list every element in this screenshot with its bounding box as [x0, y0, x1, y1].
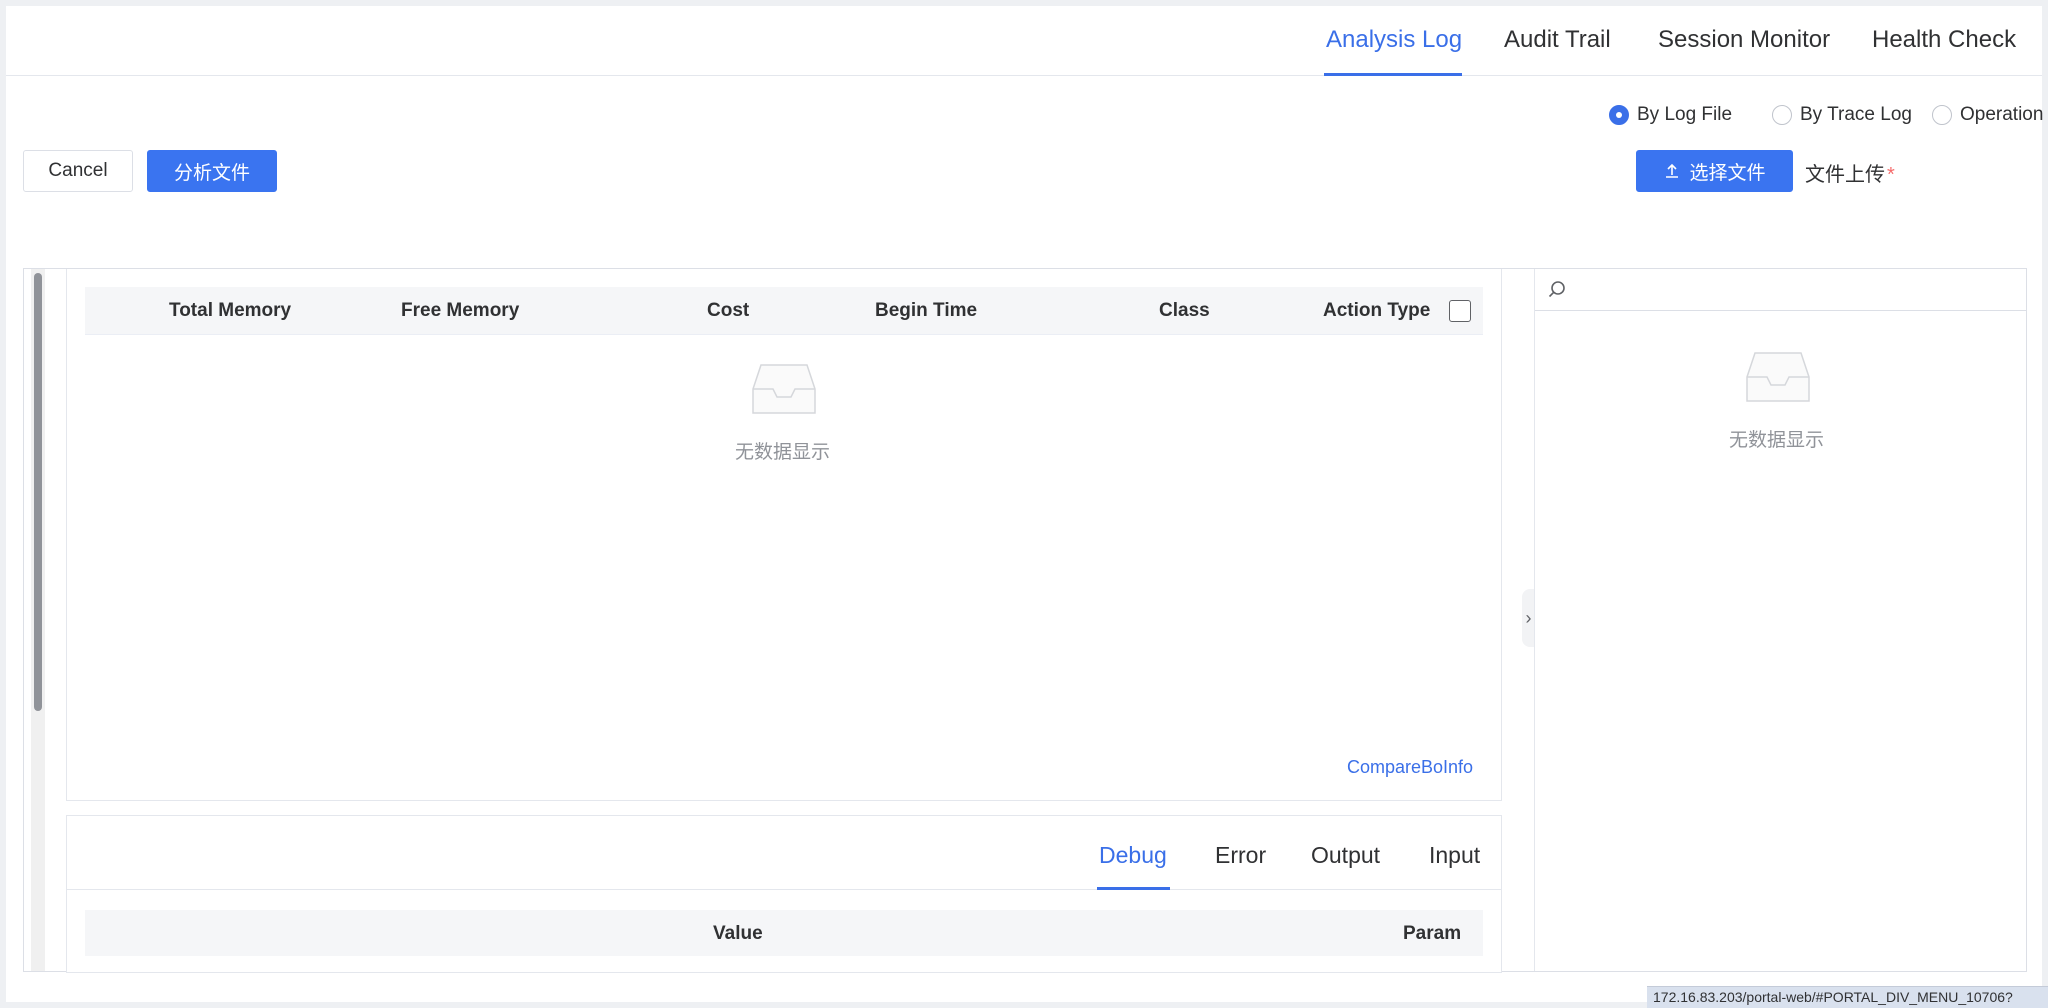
radio-operation-type[interactable]: Operation Type	[1932, 104, 2048, 126]
empty-table-text: 无数据显示	[735, 442, 831, 463]
column-header-begin-time[interactable]: Begin Time	[875, 300, 977, 322]
select-file-label: 选择文件	[1689, 162, 1766, 184]
select-file-button[interactable]: 选择文件	[1636, 150, 1793, 192]
column-header-param[interactable]: Param	[1403, 923, 1461, 945]
upload-icon	[1666, 163, 1679, 178]
column-header-action-type[interactable]: Action Type	[1323, 300, 1430, 322]
tab-audit-trail[interactable]: Audit Trail	[1504, 26, 1611, 54]
top-tab-bar: Analysis Log Audit Trail Session Monitor…	[6, 6, 2042, 76]
radio-label: By Trace Log	[1800, 104, 1912, 125]
analysis-log-page: Analysis Log Audit Trail Session Monitor…	[6, 6, 2048, 1002]
cancel-button[interactable]: Cancel	[23, 150, 133, 192]
column-header-class[interactable]: Class	[1159, 300, 1210, 322]
file-upload-label: 文件上传 *	[1805, 158, 1895, 187]
tree-search-input[interactable]	[1535, 269, 2027, 311]
radio-checked-icon	[1609, 105, 1629, 125]
column-header-value[interactable]: Value	[713, 923, 763, 945]
radio-label: By Log File	[1637, 104, 1733, 125]
action-table-header: Action Type Class Begin Time Cost Free M…	[85, 287, 1483, 335]
required-mark: *	[1887, 164, 1895, 186]
action-table-card: Action Type Class Begin Time Cost Free M…	[66, 269, 1502, 801]
radio-unchecked-icon	[1932, 105, 1952, 125]
tab-output[interactable]: Output	[1311, 842, 1380, 869]
radio-label: Operation Type	[1960, 104, 2048, 125]
compare-bo-info-link[interactable]: CompareBoInfo	[1347, 757, 1473, 778]
radio-by-trace-log[interactable]: By Trace Log	[1772, 104, 1912, 126]
vertical-scrollbar-thumb[interactable]	[34, 273, 42, 711]
search-icon	[1548, 281, 1565, 298]
analyze-file-button[interactable]: 分析文件	[147, 150, 277, 192]
tab-session-monitor[interactable]: Session Monitor	[1658, 26, 1830, 54]
radio-by-log-file[interactable]: By Log File	[1609, 104, 1732, 126]
tree-panel: 无数据显示	[1534, 269, 2027, 971]
column-header-total-memory[interactable]: Total Memory	[169, 300, 291, 322]
detail-tabs-card: Input Output Error Debug Param Value	[66, 815, 1502, 973]
param-table-header: Param Value	[85, 910, 1483, 956]
chevron-right-icon: ›	[1525, 607, 1532, 628]
tab-health-check[interactable]: Health Check	[1872, 26, 2016, 54]
empty-tree-text: 无数据显示	[1729, 430, 1825, 451]
active-tab-indicator	[1324, 73, 1462, 76]
active-detail-tab-indicator	[1097, 887, 1170, 890]
select-all-checkbox[interactable]	[1449, 300, 1471, 322]
status-url-bar: 172.16.83.203/portal-web/#PORTAL_DIV_MEN…	[1647, 986, 2048, 1008]
empty-inbox-icon	[1746, 352, 1810, 402]
tab-debug[interactable]: Debug	[1099, 842, 1167, 869]
main-panel: Action Type Class Begin Time Cost Free M…	[23, 268, 2027, 973]
tab-analysis-log[interactable]: Analysis Log	[1326, 26, 1462, 54]
column-header-free-memory[interactable]: Free Memory	[401, 300, 519, 322]
upload-label-text: 文件上传	[1805, 164, 1885, 186]
empty-inbox-icon	[752, 364, 816, 414]
tab-error[interactable]: Error	[1215, 842, 1266, 869]
detail-tab-bar: Input Output Error Debug	[67, 816, 1501, 890]
radio-unchecked-icon	[1772, 105, 1792, 125]
column-header-cost[interactable]: Cost	[707, 300, 749, 322]
tab-input[interactable]: Input	[1429, 842, 1480, 869]
